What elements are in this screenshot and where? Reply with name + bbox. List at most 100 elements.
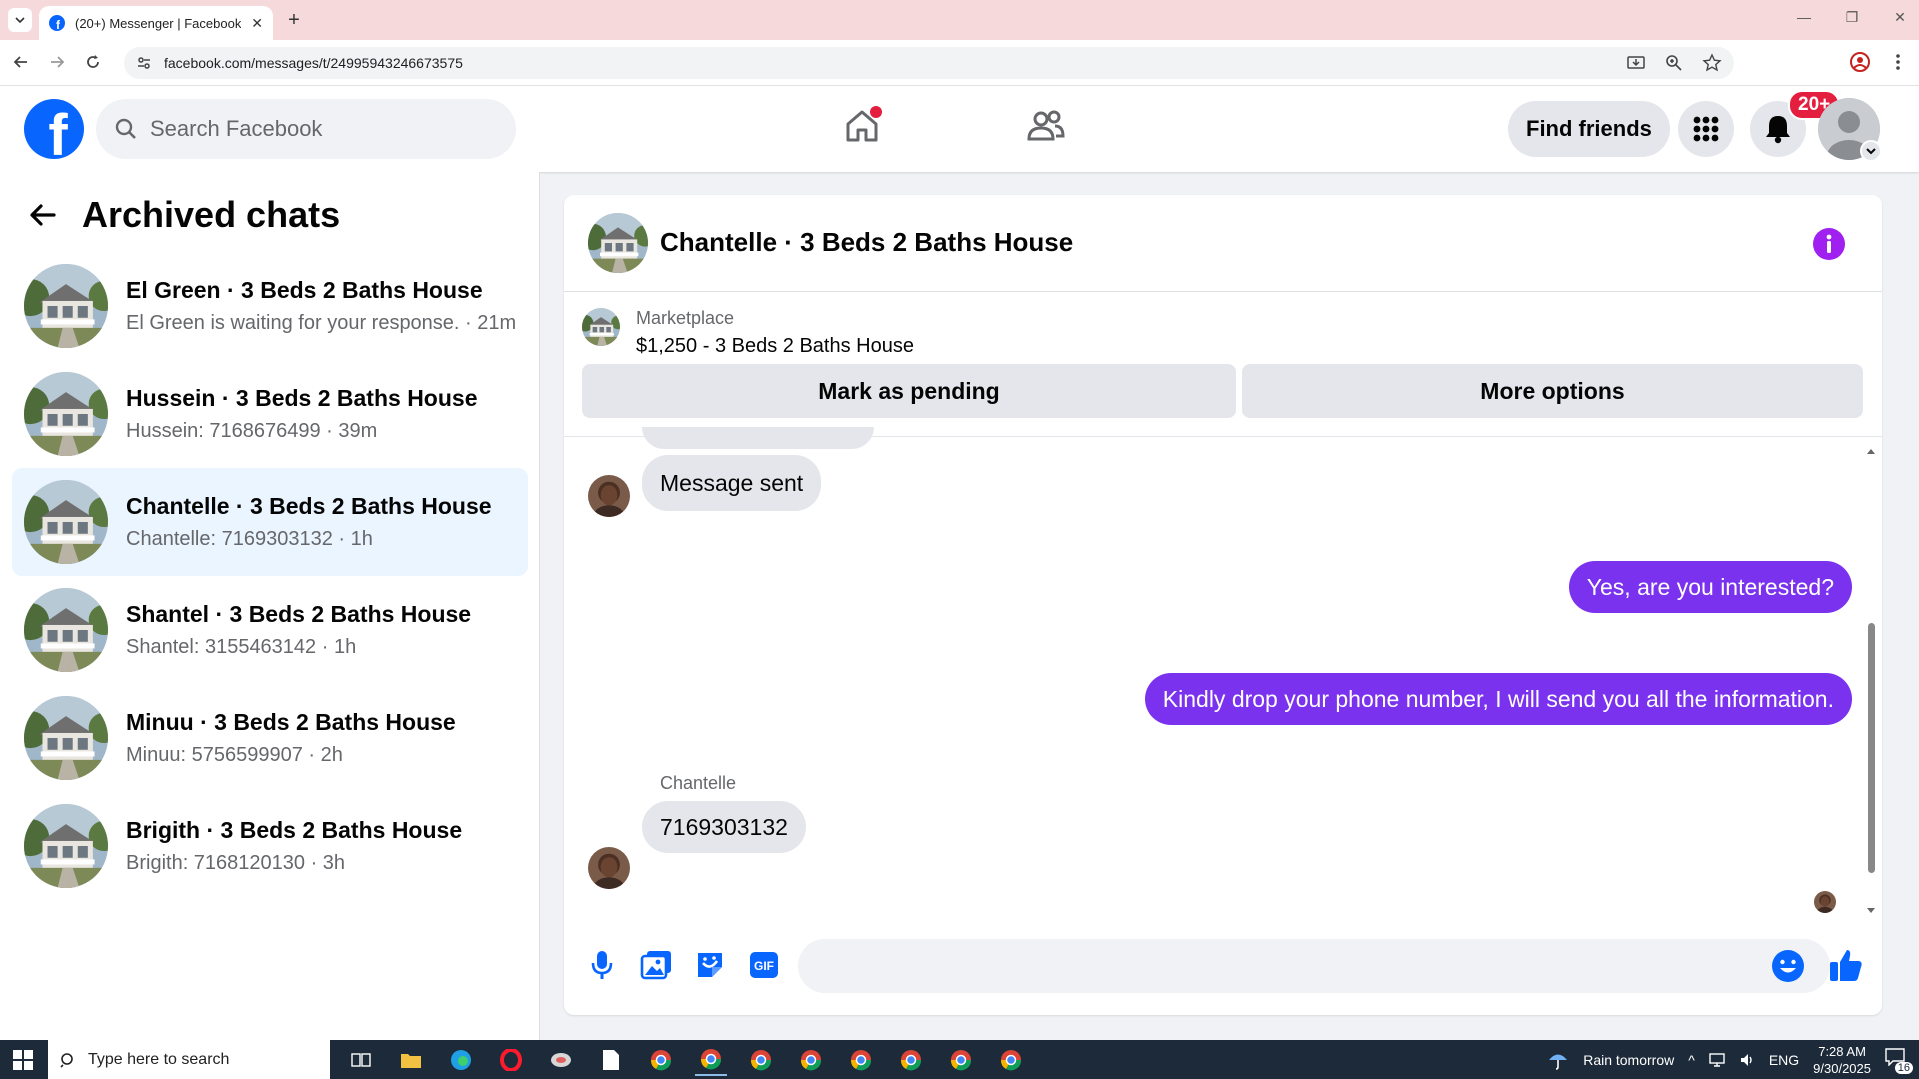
chat-item-active[interactable]: Chantelle · 3 Beds 2 Baths House Chantell… <box>12 468 528 576</box>
chat-item[interactable]: Shantel · 3 Beds 2 Baths House Shantel: 3… <box>12 576 528 684</box>
chrome-icon[interactable] <box>895 1044 927 1076</box>
back-icon[interactable] <box>10 51 32 73</box>
chat-snippet: Chantelle: 7169303132 · 1h <box>126 528 373 550</box>
volume-icon[interactable] <box>1739 1052 1755 1068</box>
mark-as-pending-button[interactable]: Mark as pending <box>582 364 1236 418</box>
search-box[interactable] <box>96 99 516 159</box>
file-explorer-icon[interactable] <box>395 1044 427 1076</box>
facebook-favicon-icon: f <box>49 15 65 31</box>
sticker-button[interactable] <box>692 947 728 983</box>
conversation-thumbnail[interactable] <box>588 213 648 273</box>
edge-icon[interactable] <box>445 1044 477 1076</box>
browser-tab-active[interactable]: f (20+) Messenger | Facebook ✕ <box>39 6 273 40</box>
listing-thumbnail <box>24 696 108 780</box>
facebook-logo-icon[interactable]: f <box>24 99 84 159</box>
notepad-icon[interactable] <box>595 1044 627 1076</box>
restore-icon[interactable]: ❐ <box>1843 8 1861 26</box>
language-indicator[interactable]: ENG <box>1769 1052 1799 1068</box>
weather-text[interactable]: Rain tomorrow <box>1583 1052 1674 1068</box>
listing-thumbnail <box>24 480 108 564</box>
find-friends-button[interactable]: Find friends <box>1508 101 1670 157</box>
minimize-icon[interactable]: — <box>1795 8 1813 26</box>
message-thread: Message sent Yes, are you interested? Ki… <box>564 427 1882 927</box>
scroll-down-icon[interactable] <box>1866 907 1876 915</box>
taskbar-search[interactable]: Type here to search <box>48 1040 330 1079</box>
microphone-icon <box>591 951 613 979</box>
tab-title: (20+) Messenger | Facebook <box>75 15 242 31</box>
conversation-title[interactable]: Chantelle · 3 Beds 2 Baths House <box>660 227 1073 258</box>
friends-icon <box>1027 110 1065 141</box>
browser-toolbar: facebook.com/messages/t/2499594324667357… <box>0 40 1919 86</box>
address-bar[interactable]: facebook.com/messages/t/2499594324667357… <box>124 47 1734 79</box>
voice-clip-button[interactable] <box>584 947 620 983</box>
search-input[interactable] <box>150 116 480 142</box>
account-caret[interactable] <box>1860 140 1882 162</box>
attach-media-button[interactable] <box>638 947 674 983</box>
chat-snippet: Minuu: 5756599907 · 2h <box>126 744 343 766</box>
listing-price-title[interactable]: $1,250 - 3 Beds 2 Baths House <box>636 335 914 358</box>
emoji-icon[interactable] <box>1771 949 1805 983</box>
browser-menu-icon[interactable] <box>1887 51 1909 73</box>
taskbar-apps <box>345 1044 1027 1076</box>
previous-message-bubble <box>642 427 874 449</box>
home-notification-dot <box>870 106 882 118</box>
network-icon[interactable] <box>1709 1052 1725 1068</box>
sender-avatar[interactable] <box>588 475 630 517</box>
tab-close-icon[interactable]: ✕ <box>251 15 263 32</box>
scroll-up-icon[interactable] <box>1866 447 1876 455</box>
chat-item[interactable]: Brigith · 3 Beds 2 Baths House Brigith: 7… <box>12 792 528 900</box>
clock[interactable]: 7:28 AM 9/30/2025 <box>1813 1043 1871 1077</box>
new-tab-button[interactable]: + <box>282 8 306 32</box>
reload-icon[interactable] <box>82 51 104 73</box>
action-center-button[interactable]: 16 <box>1885 1047 1913 1074</box>
umbrella-weather-icon[interactable] <box>1547 1049 1569 1071</box>
chat-snippet: Hussein: 7168676499 · 39m <box>126 420 378 442</box>
conversation-pane: Chantelle · 3 Beds 2 Baths House Marketp… <box>564 195 1882 1015</box>
marketplace-thumbnail[interactable] <box>582 308 620 346</box>
chat-item[interactable]: El Green · 3 Beds 2 Baths House El Green … <box>12 252 528 360</box>
app-icon[interactable] <box>545 1044 577 1076</box>
show-hidden-icons[interactable]: ^ <box>1688 1052 1695 1068</box>
info-icon[interactable] <box>1812 227 1846 261</box>
outgoing-message-bubble: Yes, are you interested? <box>1568 561 1852 613</box>
browser-tabbar: f (20+) Messenger | Facebook ✕ + — ❐ ✕ <box>0 0 1919 40</box>
zoom-icon[interactable] <box>1664 53 1684 73</box>
clock-time: 7:28 AM <box>1818 1043 1866 1059</box>
sticker-icon <box>698 953 722 977</box>
chevron-down-icon <box>15 17 25 24</box>
more-options-button[interactable]: More options <box>1242 364 1863 418</box>
windows-taskbar: Type here to search Rain tomorrow ^ ENG … <box>0 1040 1919 1079</box>
home-nav-button[interactable] <box>840 104 884 148</box>
close-window-icon[interactable]: ✕ <box>1891 8 1909 26</box>
chrome-icon[interactable] <box>845 1044 877 1076</box>
tab-search-button[interactable] <box>8 8 32 32</box>
message-input[interactable] <box>798 939 1830 993</box>
scrollbar-thumb[interactable] <box>1868 623 1875 873</box>
center-nav <box>840 104 1068 148</box>
menu-button[interactable] <box>1678 101 1734 157</box>
thread-scrollbar[interactable] <box>1866 447 1876 917</box>
chat-name: Brigith · 3 Beds 2 Baths House <box>126 817 463 843</box>
back-arrow-icon[interactable] <box>28 200 58 230</box>
chat-item[interactable]: Minuu · 3 Beds 2 Baths House Minuu: 57565… <box>12 684 528 792</box>
forward-icon[interactable] <box>46 51 68 73</box>
install-app-icon[interactable] <box>1626 53 1646 73</box>
thumbs-up-like-icon[interactable] <box>1828 947 1864 983</box>
profile-icon[interactable] <box>1849 51 1871 73</box>
chrome-icon[interactable] <box>695 1044 727 1076</box>
conversation-header: Chantelle · 3 Beds 2 Baths House <box>564 195 1882 292</box>
friends-nav-button[interactable] <box>1024 104 1068 148</box>
opera-icon[interactable] <box>495 1044 527 1076</box>
chrome-icon[interactable] <box>745 1044 777 1076</box>
bookmark-star-icon[interactable] <box>1702 53 1722 73</box>
site-info-icon[interactable] <box>136 55 152 71</box>
chrome-icon[interactable] <box>795 1044 827 1076</box>
gif-button[interactable]: GIF <box>746 947 782 983</box>
chrome-icon[interactable] <box>945 1044 977 1076</box>
chrome-icon[interactable] <box>995 1044 1027 1076</box>
sender-avatar[interactable] <box>588 847 630 889</box>
task-view-icon[interactable] <box>345 1044 377 1076</box>
start-button[interactable] <box>0 1040 46 1079</box>
chrome-icon[interactable] <box>645 1044 677 1076</box>
chat-item[interactable]: Hussein · 3 Beds 2 Baths House Hussein: 7… <box>12 360 528 468</box>
